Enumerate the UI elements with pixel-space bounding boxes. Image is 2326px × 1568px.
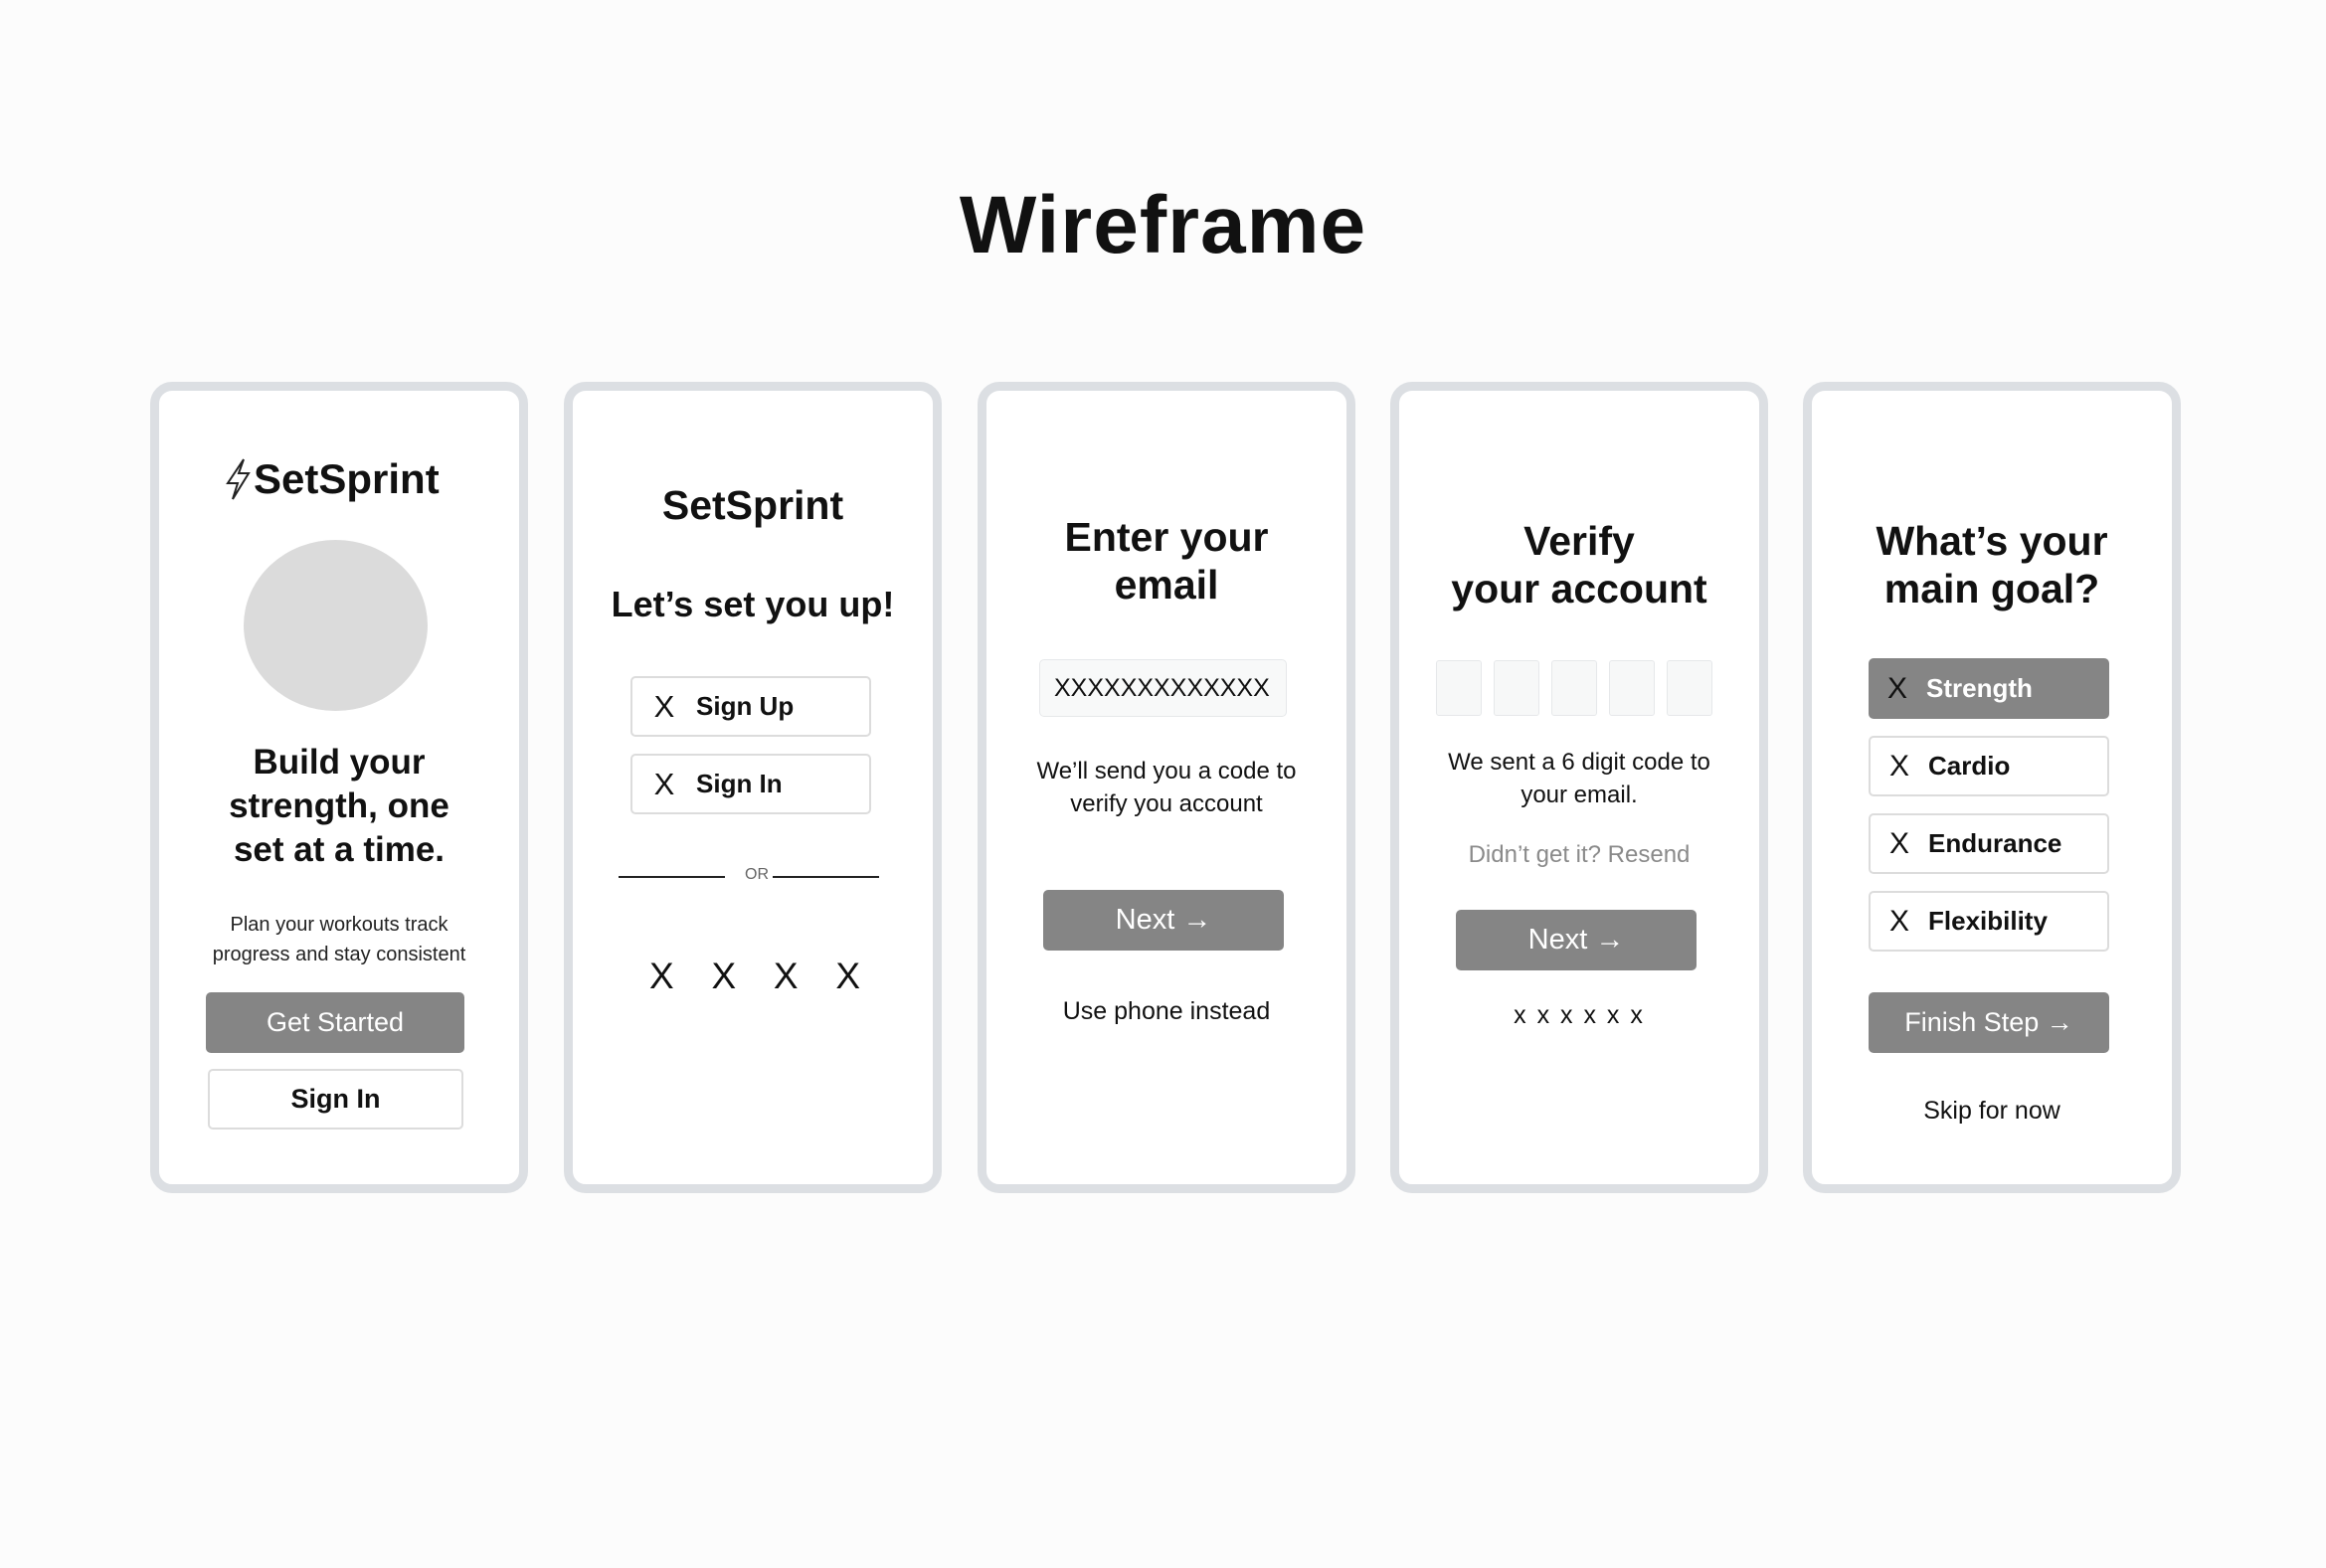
divider-line-left xyxy=(619,876,725,878)
sign-up-icon: X xyxy=(653,688,675,724)
get-started-button[interactable]: Get Started xyxy=(206,992,464,1053)
email-info: We’ll send you a code to verify you acco… xyxy=(1036,758,1297,817)
option-icon: X xyxy=(1888,749,1909,783)
divider-line-right xyxy=(773,876,879,878)
goal-option-endurance[interactable]: X Endurance xyxy=(1869,813,2109,874)
sign-up-label: Sign Up xyxy=(696,691,795,721)
email-input[interactable]: XXXXXXXXXXXXX xyxy=(1039,659,1287,717)
option-icon: X xyxy=(1888,826,1909,860)
option-label: Strength xyxy=(1926,673,2033,703)
app-title: SetSprint xyxy=(661,482,844,528)
setup-subtitle: Let’s set you up! xyxy=(611,584,895,624)
description: Plan your workouts track progress and st… xyxy=(212,914,466,965)
use-phone-link[interactable]: Use phone instead xyxy=(986,997,1346,1026)
goal-option-cardio[interactable]: X Cardio xyxy=(1869,736,2109,796)
otp-digit-box[interactable] xyxy=(1436,660,1482,716)
hero-image-placeholder xyxy=(244,540,428,711)
otp-digit-box[interactable] xyxy=(1494,660,1539,716)
headline: Build your strength, one set at a time. xyxy=(229,743,449,869)
phone-screen-verify: Verify your account We sent a 6 digit co… xyxy=(1390,382,1768,1193)
social-login-placeholder[interactable]: X xyxy=(835,956,860,997)
sign-in-icon: X xyxy=(653,766,675,801)
option-label: Endurance xyxy=(1928,828,2062,858)
goal-option-flexibility[interactable]: X Flexibility xyxy=(1869,891,2109,952)
sign-in-label: Sign In xyxy=(696,769,783,798)
social-login-placeholder[interactable]: X xyxy=(774,956,799,997)
phone-screen-welcome: SetSprint Build your strength, one set a… xyxy=(150,382,528,1193)
option-icon: X xyxy=(1886,671,1907,705)
goal-title: What’s your main goal? xyxy=(1876,518,2108,611)
lightning-bolt-icon xyxy=(226,458,251,500)
verify-info: We sent a 6 digit code to your email. xyxy=(1448,749,1710,808)
divider-or: OR xyxy=(745,866,769,883)
next-button[interactable]: Next → xyxy=(1456,910,1697,970)
skip-link[interactable]: Skip for now xyxy=(1812,1097,2172,1126)
social-login-placeholder[interactable]: X xyxy=(649,956,674,997)
option-label: Flexibility xyxy=(1928,906,2048,936)
social-login-row: X X X X xyxy=(649,956,860,997)
sign-in-button[interactable]: Sign In xyxy=(208,1069,463,1130)
otp-digit-box[interactable] xyxy=(1609,660,1655,716)
verify-title: Verify your account xyxy=(1451,518,1707,611)
logo-text: SetSprint xyxy=(254,455,440,502)
email-title: Enter your email xyxy=(1064,514,1269,608)
option-label: Cardio xyxy=(1928,751,2011,781)
otp-digit-box[interactable] xyxy=(1667,660,1712,716)
phone-screen-goal: What’s your main goal? X Strength X Card… xyxy=(1803,382,2181,1193)
phone-screen-setup: SetSprint Let’s set you up! X Sign Up X … xyxy=(564,382,942,1193)
phone-screen-email: Enter your email XXXXXXXXXXXXX We’ll sen… xyxy=(978,382,1355,1193)
finish-step-button[interactable]: Finish Step → xyxy=(1869,992,2109,1053)
next-button[interactable]: Next → xyxy=(1043,890,1284,951)
sign-up-button[interactable]: X Sign Up xyxy=(630,676,871,737)
resend-link[interactable]: Didn’t get it? Resend xyxy=(1399,841,1759,869)
logo: SetSprint xyxy=(222,455,440,503)
sign-in-button[interactable]: X Sign In xyxy=(630,754,871,814)
goal-option-strength[interactable]: X Strength xyxy=(1869,658,2109,719)
option-icon: X xyxy=(1888,904,1909,938)
otp-digit-box[interactable] xyxy=(1551,660,1597,716)
page-title: Wireframe xyxy=(959,180,1367,270)
code-placeholder: x x x x x x xyxy=(1514,1001,1645,1029)
social-login-placeholder[interactable]: X xyxy=(711,956,736,997)
